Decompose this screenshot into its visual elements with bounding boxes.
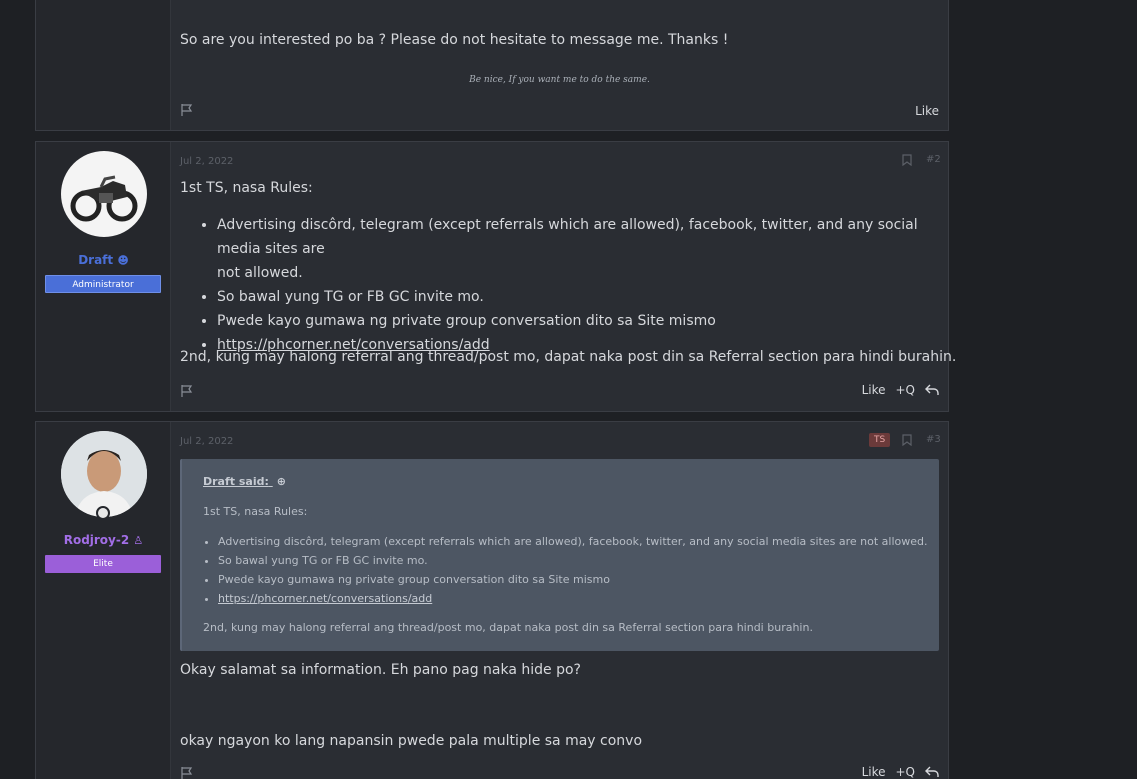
elite-user-icon: ♙ xyxy=(133,534,144,547)
post-3-actions: Like +Q xyxy=(862,765,939,779)
profile-photo-image xyxy=(61,431,147,517)
admin-user-icon: ☻ xyxy=(117,254,129,267)
list-item: So bawal yung TG or FB GC invite mo. xyxy=(217,285,948,309)
like-button[interactable]: Like xyxy=(862,765,886,779)
report-flag-icon[interactable] xyxy=(180,384,194,398)
rules-list: Advertising discôrd, telegram (except re… xyxy=(217,213,948,357)
role-badge: Elite xyxy=(45,555,161,573)
like-button[interactable]: Like xyxy=(915,104,939,118)
report-flag-icon[interactable] xyxy=(180,103,194,117)
bookmark-icon[interactable] xyxy=(902,154,912,166)
post-1-user-column xyxy=(36,0,171,130)
username-text[interactable]: Draft xyxy=(78,253,113,267)
list-item: So bawal yung TG or FB GC invite mo. xyxy=(218,551,927,570)
avatar[interactable] xyxy=(61,431,147,517)
post-2-user-column: Draft ☻ Administrator xyxy=(36,142,171,411)
multi-quote-button[interactable]: +Q xyxy=(896,383,916,397)
list-item: https://phcorner.net/conversations/add xyxy=(218,589,927,608)
post-1-body: So are you interested po ba ? Please do … xyxy=(171,0,948,130)
post-2-outro: 2nd, kung may halong referral ang thread… xyxy=(180,349,957,365)
thread-starter-badge: TS xyxy=(869,433,891,447)
quote-rules-list: Advertising discôrd, telegram (except re… xyxy=(218,532,927,608)
list-item: Advertising discôrd, telegram (except re… xyxy=(217,213,948,285)
username[interactable]: Draft ☻ xyxy=(36,253,171,267)
reply-line-2: okay ngayon ko lang napansin pwede pala … xyxy=(180,733,643,749)
username-text[interactable]: Rodjroy-2 xyxy=(64,533,130,547)
bookmark-icon[interactable] xyxy=(902,434,912,446)
quote-intro: 1st TS, nasa Rules: xyxy=(203,505,308,518)
multi-quote-button[interactable]: +Q xyxy=(896,765,916,779)
username[interactable]: Rodjroy-2 ♙ xyxy=(36,533,171,547)
reply-line-1: Okay salamat sa information. Eh pano pag… xyxy=(180,662,581,678)
post-date[interactable]: Jul 2, 2022 xyxy=(180,156,233,167)
post-3-user-column: Rodjroy-2 ♙ Elite xyxy=(36,422,171,779)
quote-block: Draft said: ⊕ 1st TS, nasa Rules: Advert… xyxy=(180,459,939,651)
post-1-actions: Like xyxy=(915,104,939,118)
post-2-intro: 1st TS, nasa Rules: xyxy=(180,180,313,196)
online-status-icon xyxy=(96,506,110,520)
post-2-actions: Like +Q xyxy=(862,383,939,397)
role-badge: Administrator xyxy=(45,275,161,293)
avatar[interactable] xyxy=(61,151,147,237)
reply-icon[interactable] xyxy=(925,384,939,396)
post-1: So are you interested po ba ? Please do … xyxy=(35,0,949,131)
post-number[interactable]: #2 xyxy=(926,154,941,165)
post-2: Draft ☻ Administrator Jul 2, 2022 #2 1st… xyxy=(35,141,956,412)
post-2-body: Jul 2, 2022 #2 1st TS, nasa Rules: Adver… xyxy=(171,142,956,411)
post-1-message: So are you interested po ba ? Please do … xyxy=(180,32,729,48)
post-date[interactable]: Jul 2, 2022 xyxy=(180,436,233,447)
quote-outro: 2nd, kung may halong referral ang thread… xyxy=(203,621,813,634)
post-1-signature: Be nice, If you want me to do the same. xyxy=(469,75,650,85)
list-item: Pwede kayo gumawa ng private group conve… xyxy=(218,570,927,589)
reply-icon[interactable] xyxy=(925,766,939,778)
like-button[interactable]: Like xyxy=(862,383,886,397)
post-3: Rodjroy-2 ♙ Elite Jul 2, 2022 TS #3 Draf… xyxy=(35,421,949,779)
report-flag-icon[interactable] xyxy=(180,766,194,779)
conversations-link[interactable]: https://phcorner.net/conversations/add xyxy=(218,592,432,605)
post-3-body: Jul 2, 2022 TS #3 Draft said: ⊕ 1st TS, … xyxy=(171,422,948,779)
list-item: Pwede kayo gumawa ng private group conve… xyxy=(217,309,948,333)
motorcycle-avatar-image xyxy=(70,175,138,222)
post-number[interactable]: #3 xyxy=(926,434,941,445)
list-item: Advertising discôrd, telegram (except re… xyxy=(218,532,927,551)
quote-author[interactable]: Draft said: ⊕ xyxy=(203,475,286,488)
expand-quote-icon[interactable]: ⊕ xyxy=(277,475,286,488)
